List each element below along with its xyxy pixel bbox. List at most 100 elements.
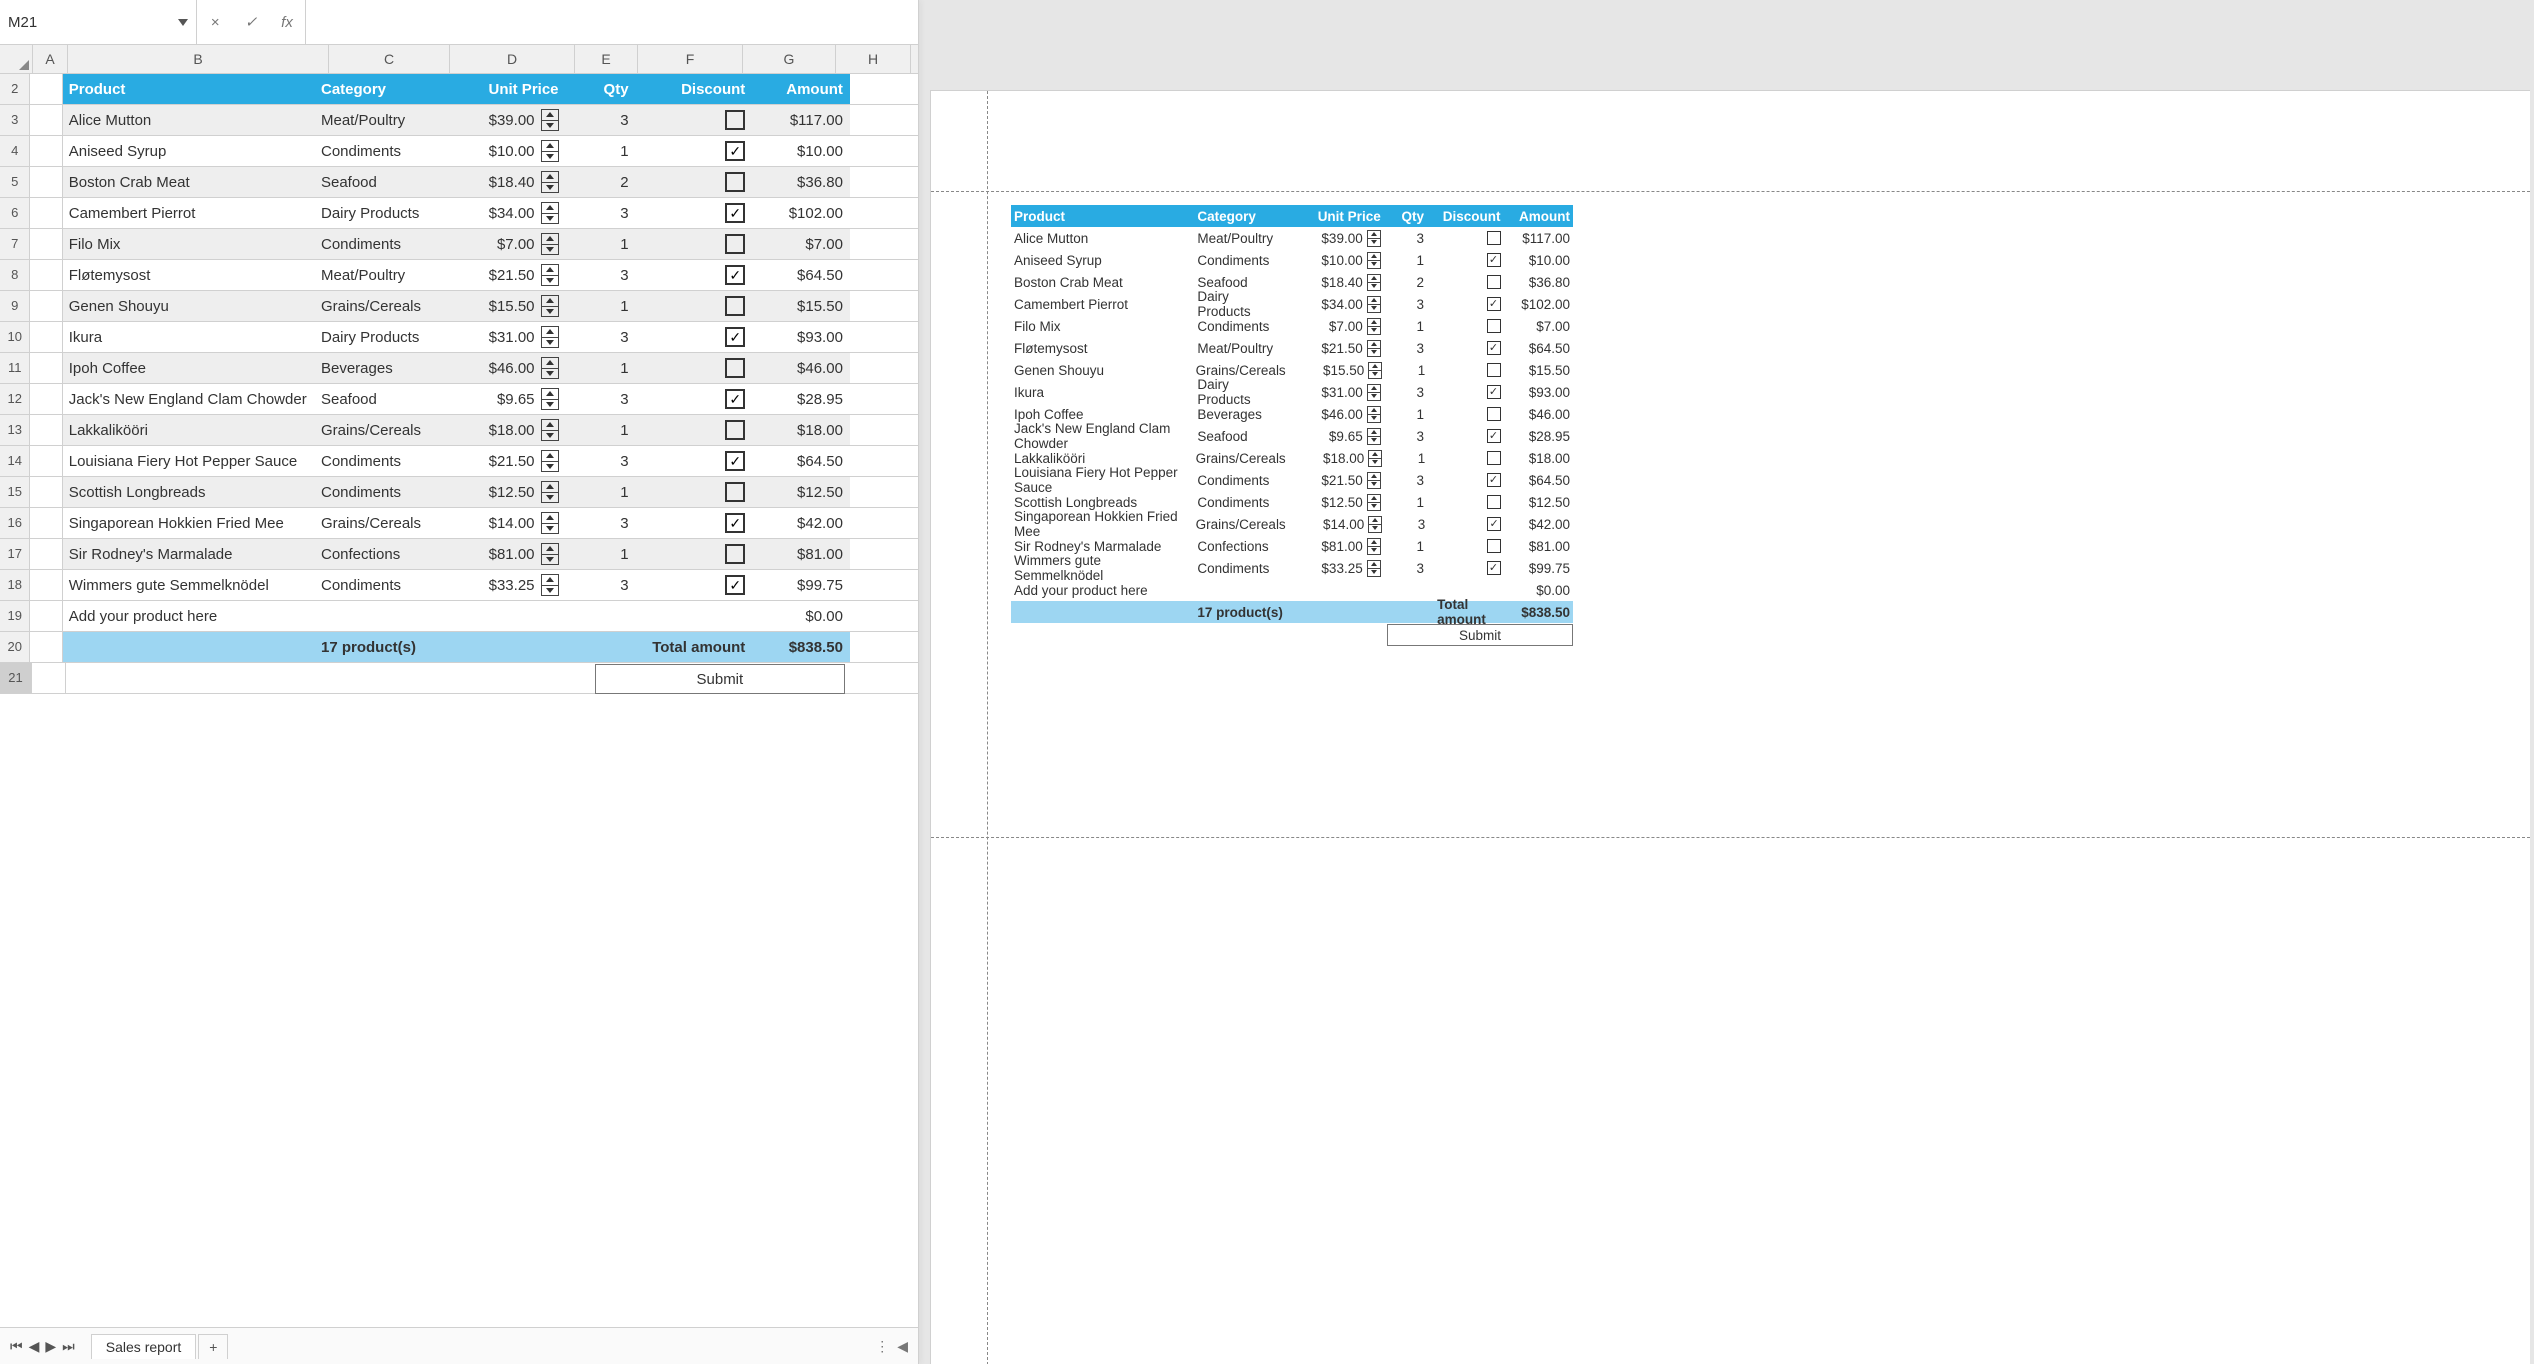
- cell-a[interactable]: [30, 384, 62, 414]
- row-header-21[interactable]: 21: [0, 663, 32, 693]
- cell-amount[interactable]: $93.00: [752, 322, 850, 352]
- cell-a[interactable]: [30, 322, 62, 352]
- cell-category[interactable]: Seafood: [315, 384, 438, 414]
- nav-next-icon[interactable]: ▶: [45, 1338, 56, 1355]
- cell-h[interactable]: [850, 508, 918, 538]
- cell-h[interactable]: [850, 415, 918, 445]
- cell-discount[interactable]: [644, 384, 753, 414]
- cell-h[interactable]: [850, 539, 918, 569]
- cell-amount[interactable]: $81.00: [752, 539, 850, 569]
- submit-button[interactable]: Submit: [595, 664, 846, 694]
- cell-discount[interactable]: [644, 291, 753, 321]
- cell-category[interactable]: Grains/Cereals: [315, 508, 438, 538]
- col-header-H[interactable]: H: [836, 45, 911, 73]
- cell-amount[interactable]: $102.00: [752, 198, 850, 228]
- nav-last-icon[interactable]: ⏭: [62, 1338, 75, 1355]
- cell-price[interactable]: $15.50: [438, 291, 565, 321]
- cell-a[interactable]: [30, 198, 62, 228]
- price-spinner[interactable]: [541, 388, 559, 410]
- spin-down-icon[interactable]: [542, 152, 558, 162]
- cell-price[interactable]: $21.50: [438, 260, 565, 290]
- row-header-3[interactable]: 3: [0, 105, 30, 135]
- cell-qty[interactable]: 3: [566, 198, 644, 228]
- nav-first-icon[interactable]: ⏮: [10, 1338, 23, 1355]
- cell-category[interactable]: Grains/Cereals: [315, 291, 438, 321]
- spin-down-icon[interactable]: [542, 214, 558, 224]
- cell-amount[interactable]: $46.00: [752, 353, 850, 383]
- cell-discount[interactable]: [644, 446, 753, 476]
- price-spinner[interactable]: [541, 450, 559, 472]
- cell-a[interactable]: [30, 136, 62, 166]
- row-header-19[interactable]: 19: [0, 601, 30, 631]
- spin-down-icon[interactable]: [542, 462, 558, 472]
- cell-qty[interactable]: 1: [566, 291, 644, 321]
- spin-down-icon[interactable]: [542, 307, 558, 317]
- spin-up-icon[interactable]: [542, 265, 558, 276]
- price-spinner[interactable]: [541, 233, 559, 255]
- cell-qty[interactable]: 3: [566, 446, 644, 476]
- sb-c[interactable]: [332, 663, 462, 693]
- cell-product[interactable]: Sir Rodney's Marmalade: [63, 539, 315, 569]
- cell-qty[interactable]: 3: [566, 105, 644, 135]
- cell-price[interactable]: $21.50: [438, 446, 565, 476]
- spin-down-icon[interactable]: [542, 276, 558, 286]
- cell-h[interactable]: [850, 601, 918, 631]
- cell-product[interactable]: Filo Mix: [63, 229, 315, 259]
- spin-up-icon[interactable]: [542, 172, 558, 183]
- filler-discount[interactable]: [644, 601, 753, 631]
- cell-h[interactable]: [850, 105, 918, 135]
- cell-h[interactable]: [850, 353, 918, 383]
- cell-product[interactable]: Alice Mutton: [63, 105, 315, 135]
- cell-amount[interactable]: $12.50: [752, 477, 850, 507]
- cell-price[interactable]: $14.00: [438, 508, 565, 538]
- cell-amount[interactable]: $42.00: [752, 508, 850, 538]
- cell-price[interactable]: $39.00: [438, 105, 565, 135]
- row-header-4[interactable]: 4: [0, 136, 30, 166]
- discount-checkbox[interactable]: [725, 451, 745, 471]
- cell-price[interactable]: $81.00: [438, 539, 565, 569]
- spin-down-icon[interactable]: [542, 121, 558, 131]
- col-header-F[interactable]: F: [638, 45, 743, 73]
- cell-h[interactable]: [850, 229, 918, 259]
- price-spinner[interactable]: [541, 109, 559, 131]
- row-header-18[interactable]: 18: [0, 570, 30, 600]
- cell-product[interactable]: Louisiana Fiery Hot Pepper Sauce: [63, 446, 315, 476]
- discount-checkbox[interactable]: [725, 389, 745, 409]
- cell-price[interactable]: $18.00: [438, 415, 565, 445]
- price-spinner[interactable]: [541, 264, 559, 286]
- spin-up-icon[interactable]: [542, 327, 558, 338]
- sheet-tab[interactable]: Sales report: [91, 1334, 196, 1359]
- row-header-15[interactable]: 15: [0, 477, 30, 507]
- cell-discount[interactable]: [644, 508, 753, 538]
- cell-a[interactable]: [30, 632, 62, 662]
- spin-down-icon[interactable]: [542, 400, 558, 410]
- cell-category[interactable]: Condiments: [315, 229, 438, 259]
- cell-qty[interactable]: 2: [566, 167, 644, 197]
- name-box[interactable]: M21: [0, 0, 197, 44]
- row-header-12[interactable]: 12: [0, 384, 30, 414]
- cell-product[interactable]: Ikura: [63, 322, 315, 352]
- row-header-8[interactable]: 8: [0, 260, 30, 290]
- filler-product[interactable]: Add your product here: [63, 601, 315, 631]
- cell-a[interactable]: [30, 415, 62, 445]
- cell-price[interactable]: $10.00: [438, 136, 565, 166]
- cell-price[interactable]: $34.00: [438, 198, 565, 228]
- cell-a[interactable]: [30, 601, 62, 631]
- cell-amount[interactable]: $99.75: [752, 570, 850, 600]
- cell-qty[interactable]: 1: [566, 353, 644, 383]
- spin-up-icon[interactable]: [542, 482, 558, 493]
- row-header-5[interactable]: 5: [0, 167, 30, 197]
- cell-category[interactable]: Condiments: [315, 570, 438, 600]
- cell-product[interactable]: Jack's New England Clam Chowder: [63, 384, 315, 414]
- cell-h[interactable]: [850, 167, 918, 197]
- discount-checkbox[interactable]: [725, 265, 745, 285]
- cell-category[interactable]: Dairy Products: [315, 322, 438, 352]
- price-spinner[interactable]: [541, 357, 559, 379]
- discount-checkbox[interactable]: [725, 296, 745, 316]
- cell-h[interactable]: [850, 291, 918, 321]
- cell-qty[interactable]: 3: [566, 260, 644, 290]
- col-header-G[interactable]: G: [743, 45, 836, 73]
- row-header-16[interactable]: 16: [0, 508, 30, 538]
- cell-a[interactable]: [30, 446, 62, 476]
- spin-down-icon[interactable]: [542, 555, 558, 565]
